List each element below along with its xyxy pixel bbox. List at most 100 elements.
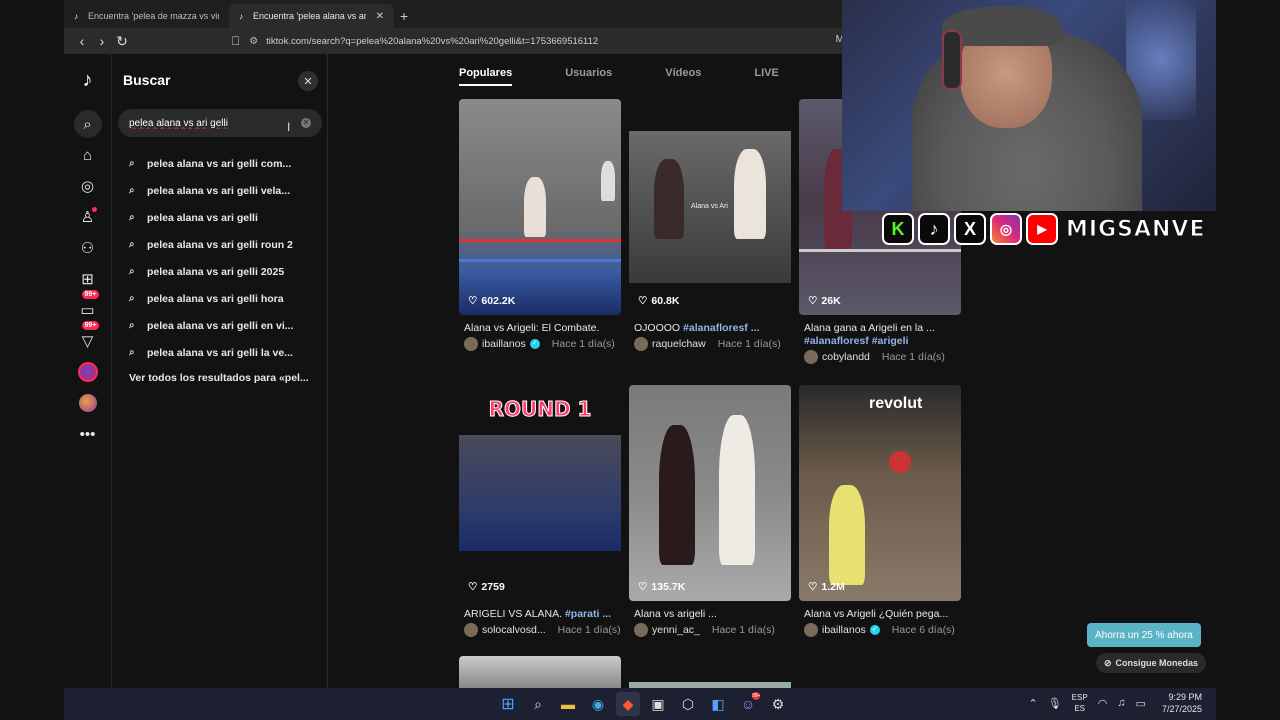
new-tab-button[interactable]: + xyxy=(400,4,408,28)
steam-icon[interactable]: ⚙ xyxy=(766,692,790,716)
search-box[interactable] xyxy=(118,109,322,137)
file-explorer-icon[interactable]: ▬ xyxy=(556,692,580,716)
username[interactable]: cobylandd xyxy=(822,351,870,363)
suggestion-item[interactable]: ⌕ pelea alana vs ari gelli 2025 xyxy=(129,258,324,285)
video-thumbnail[interactable]: ♡ 602.2K xyxy=(459,99,621,315)
like-count-value: 1.2M xyxy=(821,581,845,593)
obs-icon[interactable]: ⬡ xyxy=(676,692,700,716)
live-avatar xyxy=(77,362,98,382)
username[interactable]: yenni_ac_ xyxy=(652,624,700,636)
forward-button[interactable]: › xyxy=(92,31,112,51)
caption-hashtags[interactable]: #parati ... xyxy=(565,608,611,620)
home-icon[interactable]: ⌂ xyxy=(74,141,102,169)
video-caption[interactable]: OJOOOO #alanafloresf ... xyxy=(629,322,791,334)
clear-search-icon[interactable]: ✕ xyxy=(301,118,311,128)
suggestion-item[interactable]: ⌕ pelea alana vs ari gelli en vi... xyxy=(129,312,324,339)
video-caption[interactable]: Alana vs arigeli ... xyxy=(629,608,791,620)
discord-icon[interactable]: ☺ 99+ xyxy=(736,692,760,716)
site-info-icon[interactable]: ⚙ xyxy=(249,36,258,47)
username[interactable]: solocalvosd... xyxy=(482,624,546,636)
video-card[interactable]: ROUND 1 ♡ 2759 ARIGELI VS ALANA. #parati … xyxy=(459,385,621,637)
upload-icon[interactable]: ⊞ xyxy=(74,265,102,293)
video-thumbnail[interactable]: ROUND 1 ♡ 2759 xyxy=(459,385,621,601)
suggestion-item[interactable]: ⌕ pelea alana vs ari gelli la ve... xyxy=(129,339,324,366)
explore-icon[interactable]: ◎ xyxy=(74,172,102,200)
wifi-icon[interactable]: ◠ xyxy=(1098,697,1108,710)
username[interactable]: ibaillanos xyxy=(482,338,526,350)
user-avatar[interactable] xyxy=(804,350,818,364)
tab-usuarios[interactable]: Usuarios xyxy=(565,67,612,86)
video-thumbnail[interactable]: revolut ♡ 1.2M xyxy=(799,385,961,601)
video-thumbnail[interactable]: ♡ 135.7K xyxy=(629,385,791,601)
following-icon[interactable]: ♙ xyxy=(74,203,102,231)
user-avatar[interactable] xyxy=(804,623,818,637)
user-avatar[interactable] xyxy=(464,337,478,351)
see-all-results-link[interactable]: Ver todos los resultados para «pel... xyxy=(129,372,309,384)
microphone-icon[interactable]: 🎙 xyxy=(1048,697,1062,710)
coins-promo-button[interactable]: Ahorra un 25 % ahora xyxy=(1087,623,1201,647)
video-caption-tags[interactable]: #alanafloresf #arigeli xyxy=(799,335,961,347)
clock-time: 9:29 PM xyxy=(1168,692,1202,702)
close-search-button[interactable]: ✕ xyxy=(298,71,318,91)
video-meta: raquelchaw Hace 1 día(s) xyxy=(629,337,791,351)
caption-hashtags[interactable]: #alanafloresf #arigeli xyxy=(804,335,908,347)
video-card-partial[interactable] xyxy=(459,656,621,688)
start-icon[interactable]: ⊞ xyxy=(496,692,520,716)
visual-studio-icon[interactable]: ◧ xyxy=(706,692,730,716)
store-icon[interactable]: ▣ xyxy=(646,692,670,716)
volume-icon[interactable]: ♫ xyxy=(1117,697,1125,709)
language-indicator[interactable]: ESP ES xyxy=(1072,692,1088,714)
tab-live[interactable]: LIVE xyxy=(754,67,778,86)
like-count-value: 2759 xyxy=(481,581,505,593)
video-card[interactable]: ♡ 135.7K Alana vs arigeli ... yenni_ac_ H… xyxy=(629,385,791,637)
tiktok-logo-icon[interactable]: ♪ xyxy=(77,68,99,92)
battery-icon[interactable]: ▭ xyxy=(1136,697,1146,710)
video-card[interactable]: revolut ♡ 1.2M Alana vs Arigeli ¿Quién pe… xyxy=(799,385,961,637)
tab-populares[interactable]: Populares xyxy=(459,67,513,86)
suggestion-item[interactable]: ⌕ pelea alana vs ari gelli xyxy=(129,204,324,231)
brave-icon[interactable]: ◆ xyxy=(616,692,640,716)
browser-tab[interactable]: ♪ Encuentra 'pelea de mazza vs viruzz' xyxy=(64,4,229,28)
reload-button[interactable]: ↻ xyxy=(112,31,132,51)
headset xyxy=(942,30,962,90)
video-caption[interactable]: ARIGELI VS ALANA. #parati ... xyxy=(459,608,621,620)
browser-tab-active[interactable]: ♪ Encuentra 'pelea alana vs ari gelli ✕ xyxy=(229,4,394,28)
close-tab-icon[interactable]: ✕ xyxy=(376,11,384,22)
suggestion-item[interactable]: ⌕ pelea alana vs ari gelli roun 2 xyxy=(129,231,324,258)
get-coins-button[interactable]: ⊘ Consigue Monedas xyxy=(1096,653,1207,673)
live-avatar-icon[interactable] xyxy=(74,358,102,386)
profile-avatar-icon[interactable] xyxy=(74,389,102,417)
taskbar-apps: ⊞ ⌕ ▬ ◉ ◆ ▣ ⬡ ◧ ☺ 99+ ⚙ xyxy=(496,692,790,716)
activity-icon[interactable]: ▭ 99+ xyxy=(74,290,102,324)
suggestion-item[interactable]: ⌕ pelea alana vs ari gelli hora xyxy=(129,285,324,312)
tab-videos[interactable]: Vídeos xyxy=(665,67,701,86)
search-icon[interactable]: ⌕ xyxy=(73,110,102,138)
video-caption[interactable]: Alana vs Arigeli ¿Quién pega... xyxy=(799,608,961,620)
clock[interactable]: 9:29 PM 7/27/2025 xyxy=(1162,691,1202,715)
friends-icon[interactable]: ⚇ xyxy=(74,234,102,262)
suggestion-item[interactable]: ⌕ pelea alana vs ari gelli com... xyxy=(129,150,324,177)
video-card[interactable]: Alana vs Ari ♡ 60.8K OJOOOO #alanafloresf… xyxy=(629,99,791,351)
video-caption[interactable]: Alana vs Arigeli: El Combate. xyxy=(459,322,621,334)
search-input[interactable] xyxy=(129,117,279,129)
chevron-up-icon[interactable]: ⌃ xyxy=(1028,697,1037,710)
bookmark-icon[interactable]: ⎕ xyxy=(232,34,239,49)
video-thumbnail[interactable]: Alana vs Ari ♡ 60.8K xyxy=(629,99,791,315)
caption-hashtags[interactable]: #alanafloresf ... xyxy=(683,322,759,334)
user-avatar[interactable] xyxy=(634,623,648,637)
get-coins-label: Consigue Monedas xyxy=(1115,658,1199,668)
user-avatar[interactable] xyxy=(464,623,478,637)
messages-icon[interactable]: ▽ 99+ xyxy=(74,321,102,355)
back-button[interactable]: ‹ xyxy=(72,31,92,51)
user-avatar[interactable] xyxy=(634,337,648,351)
more-icon[interactable]: ••• xyxy=(74,420,102,448)
url-field[interactable]: ⚙ tiktok.com/search?q=pelea%20alana%20vs… xyxy=(249,31,598,51)
video-caption[interactable]: Alana gana a Arigeli en la ... xyxy=(799,322,961,334)
edge-icon[interactable]: ◉ xyxy=(586,692,610,716)
username[interactable]: ibaillanos xyxy=(822,624,866,636)
suggestion-item[interactable]: ⌕ pelea alana vs ari gelli vela... xyxy=(129,177,324,204)
tiktok-icon: ♪ xyxy=(918,213,950,245)
video-card[interactable]: ♡ 602.2K Alana vs Arigeli: El Combate. ib… xyxy=(459,99,621,351)
search-icon[interactable]: ⌕ xyxy=(526,692,550,716)
username[interactable]: raquelchaw xyxy=(652,338,706,350)
